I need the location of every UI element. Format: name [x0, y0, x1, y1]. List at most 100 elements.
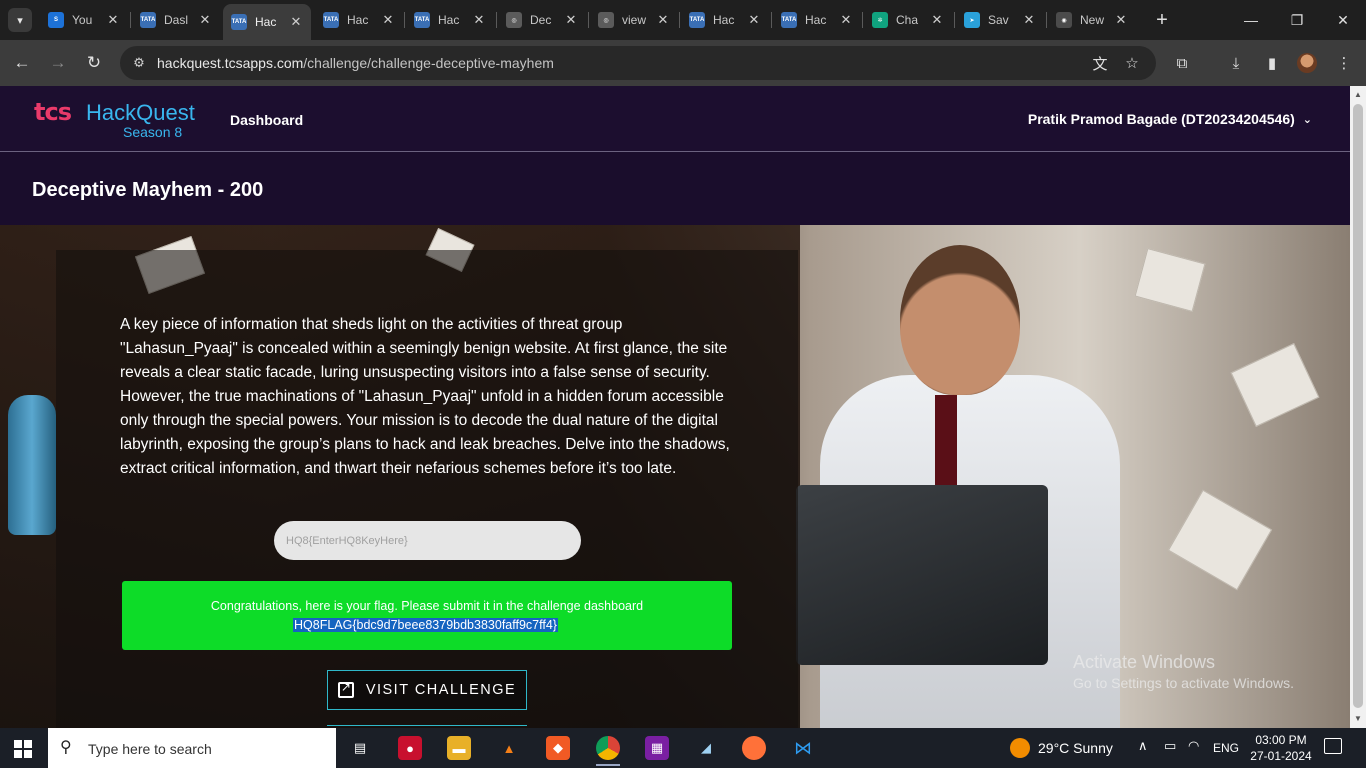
tab-label: You: [72, 13, 93, 27]
browser-tab[interactable]: ◉ New ✕: [1048, 6, 1136, 34]
scene-laptop: [796, 485, 1048, 665]
browser-tab[interactable]: TATA Hac ✕: [315, 6, 403, 34]
tab-favicon-icon: ◎: [598, 12, 614, 28]
tab-close-icon[interactable]: ✕: [287, 14, 305, 30]
weather-widget[interactable]: 29°C Sunny: [1010, 738, 1113, 758]
tab-label: New: [1080, 13, 1105, 27]
translate-icon[interactable]: 文: [1090, 53, 1110, 73]
tab-search-chevron-icon[interactable]: ▾: [8, 8, 32, 32]
browser-tab[interactable]: TATA Hac ✕: [681, 6, 769, 34]
forward-arrow-icon[interactable]: →: [44, 49, 72, 77]
taskbar-search[interactable]: ⚲ Type here to search: [48, 728, 336, 768]
network-icon[interactable]: ▭: [1164, 738, 1176, 754]
language-indicator[interactable]: ENG: [1213, 741, 1239, 755]
profile-avatar[interactable]: [1297, 53, 1317, 73]
url-text[interactable]: hackquest.tcsapps.com/challenge/challeng…: [157, 55, 554, 71]
site-info-icon[interactable]: ⚙: [130, 54, 148, 72]
restore-button[interactable]: ❐: [1274, 0, 1320, 40]
scene-water-bottle: [8, 395, 56, 535]
task-view-icon[interactable]: ▤: [348, 736, 372, 760]
notification-icon[interactable]: [1324, 738, 1342, 754]
taskbar-clock[interactable]: 03:00 PM 27-01-2024: [1250, 732, 1312, 764]
browser-tab[interactable]: TATA Dasl ✕: [132, 6, 220, 34]
tab-favicon-icon: ➤: [964, 12, 980, 28]
notes-app-icon[interactable]: ◢: [694, 736, 718, 760]
minimize-button[interactable]: —: [1228, 0, 1274, 40]
hackquest-logo[interactable]: tcs HackQuest Season 8: [34, 98, 195, 142]
tab-close-icon[interactable]: ✕: [470, 12, 488, 28]
taskbar-search-placeholder: Type here to search: [88, 741, 212, 757]
side-panel-icon[interactable]: ▮: [1260, 51, 1284, 75]
tab-close-icon[interactable]: ✕: [928, 12, 946, 28]
brave-browser-icon[interactable]: ◆: [546, 736, 570, 760]
back-arrow-icon[interactable]: ←: [8, 49, 36, 77]
browser-tab[interactable]: TATA Hac ✕: [406, 6, 494, 34]
tab-label: view: [622, 13, 647, 27]
tray-chevron-up-icon[interactable]: ∧: [1138, 738, 1148, 754]
tab-label: Sav: [988, 13, 1009, 27]
external-link-icon: [337, 680, 354, 698]
vlc-icon[interactable]: ▲: [497, 736, 521, 760]
tab-separator: [496, 12, 497, 28]
clock-time: 03:00 PM: [1255, 733, 1307, 747]
extensions-icon[interactable]: ⧉: [1170, 51, 1194, 75]
visit-challenge-label: VISIT CHALLENGE: [365, 682, 517, 698]
browser-tab[interactable]: S You ✕: [40, 6, 128, 34]
close-window-button[interactable]: ✕: [1320, 0, 1366, 40]
tab-label: Dec: [530, 13, 552, 27]
tab-separator: [404, 12, 405, 28]
tab-favicon-icon: TATA: [140, 12, 156, 28]
tab-close-icon[interactable]: ✕: [562, 12, 580, 28]
logo-season: Season 8: [123, 124, 183, 140]
browser-tab[interactable]: ◎ Dec ✕: [498, 6, 586, 34]
watermark-subtitle: Go to Settings to activate Windows.: [1073, 675, 1294, 691]
browser-tab[interactable]: ◎ view ✕: [590, 6, 678, 34]
tab-close-icon[interactable]: ✕: [745, 12, 763, 28]
tab-label: Hac: [713, 13, 735, 27]
activate-windows-watermark: Activate Windows Go to Settings to activ…: [1073, 652, 1294, 691]
reload-icon[interactable]: ↻: [80, 49, 108, 77]
page-title: Deceptive Mayhem - 200: [32, 179, 264, 201]
vscode-icon[interactable]: ⋈: [791, 736, 815, 760]
tab-close-icon[interactable]: ✕: [837, 12, 855, 28]
tab-separator: [1046, 12, 1047, 28]
address-bar[interactable]: ⚙ hackquest.tcsapps.com/challenge/challe…: [120, 46, 1156, 80]
browser-tab[interactable]: ✲ Cha ✕: [864, 6, 952, 34]
tab-close-icon[interactable]: ✕: [654, 12, 672, 28]
tab-label: Dasl: [164, 13, 189, 27]
flag-input[interactable]: [274, 521, 581, 560]
tab-close-icon[interactable]: ✕: [196, 12, 214, 28]
tab-close-icon[interactable]: ✕: [1112, 12, 1130, 28]
download-icon[interactable]: ⤓: [1224, 51, 1248, 75]
more-menu-icon[interactable]: ⋮: [1332, 51, 1356, 75]
user-menu[interactable]: Pratik Pramod Bagade (DT20234204546) ⌄: [1028, 111, 1312, 127]
scroll-up-arrow-icon[interactable]: ▲: [1353, 90, 1363, 100]
scroll-thumb[interactable]: [1353, 104, 1363, 708]
winrar-icon[interactable]: ▦: [645, 736, 669, 760]
browser-tab[interactable]: TATA Hac ✕: [223, 4, 311, 40]
tab-label: Hac: [805, 13, 827, 27]
browser-tab[interactable]: ➤ Sav ✕: [956, 6, 1044, 34]
browser-tab[interactable]: TATA Hac ✕: [773, 6, 861, 34]
tab-favicon-icon: TATA: [781, 12, 797, 28]
windows-start-icon[interactable]: [14, 740, 32, 758]
new-tab-button[interactable]: +: [1150, 8, 1174, 32]
browser-toolbar: ← → ↻ ⚙ hackquest.tcsapps.com/challenge/…: [0, 40, 1366, 86]
scene-paper: [1167, 489, 1273, 591]
page-scrollbar[interactable]: ▲ ▼: [1350, 86, 1366, 728]
chrome-icon[interactable]: [596, 736, 620, 766]
tab-close-icon[interactable]: ✕: [104, 12, 122, 28]
tab-separator: [679, 12, 680, 28]
nav-dashboard-link[interactable]: Dashboard: [230, 112, 303, 128]
tab-close-icon[interactable]: ✕: [379, 12, 397, 28]
firefox-icon[interactable]: [742, 736, 766, 760]
wifi-icon[interactable]: ◠: [1188, 738, 1199, 754]
flag-value[interactable]: HQ8FLAG{bdc9d7beee8379bdb3830faff9c7ff4}: [293, 618, 558, 632]
file-explorer-icon[interactable]: ▬: [447, 736, 471, 760]
bookmark-star-icon[interactable]: ☆: [1122, 53, 1142, 73]
page-content: tcs HackQuest Season 8 Dashboard Pratik …: [0, 86, 1350, 728]
tab-close-icon[interactable]: ✕: [1020, 12, 1038, 28]
camera-app-icon[interactable]: ●: [398, 736, 422, 760]
visit-challenge-button[interactable]: VISIT CHALLENGE: [327, 670, 527, 710]
scroll-down-arrow-icon[interactable]: ▼: [1353, 714, 1363, 724]
